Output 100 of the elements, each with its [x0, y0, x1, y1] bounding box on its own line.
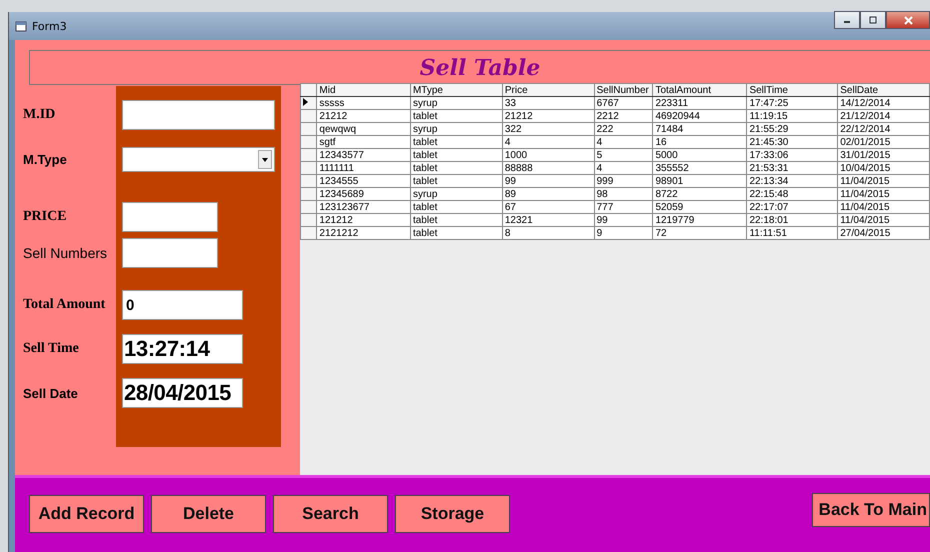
table-cell: 17:47:25	[746, 96, 838, 110]
table-cell: tablet	[410, 136, 502, 148]
table-cell: 999	[594, 174, 653, 188]
back-button[interactable]: Back To Main	[812, 493, 930, 527]
table-cell: 6767	[594, 96, 653, 110]
table-cell: 777	[594, 200, 653, 214]
table-cell: 71484	[652, 122, 747, 136]
table-cell: 355552	[652, 162, 747, 174]
column-header[interactable]: MType	[410, 84, 502, 96]
table-cell: 11:11:51	[746, 226, 838, 240]
table-cell: 22/12/2014	[838, 122, 930, 136]
table-cell: 99	[502, 174, 594, 188]
table-cell: 67	[502, 200, 594, 214]
table-cell: 98	[594, 188, 653, 200]
window-icon	[15, 20, 27, 32]
table-cell: syrup	[410, 122, 502, 136]
table-cell: 12343577	[316, 148, 410, 162]
table-cell: sgtf	[316, 136, 410, 148]
action-button[interactable]: Delete	[151, 495, 266, 533]
table-cell: syrup	[410, 188, 502, 200]
table-cell: 22:18:01	[746, 214, 838, 226]
table-cell: 11/04/2015	[838, 214, 930, 226]
table-cell: 123123677	[316, 200, 410, 214]
table-cell: 16	[652, 136, 747, 148]
table-cell: syrup	[410, 96, 502, 110]
close-button[interactable]	[886, 11, 930, 29]
table-cell: 72	[652, 226, 747, 240]
table-cell: 10/04/2015	[838, 162, 930, 174]
table-cell: 46920944	[652, 110, 747, 122]
field-label: Sell Numbers	[22, 245, 108, 261]
input-field[interactable]: 0	[122, 290, 243, 320]
table-cell: 11/04/2015	[838, 200, 930, 214]
table-cell: 2212	[594, 110, 653, 122]
input-field[interactable]	[122, 238, 218, 268]
table-cell: 11:19:15	[746, 110, 838, 122]
table-cell: 5	[594, 148, 653, 162]
column-header[interactable]: SellTime	[746, 84, 838, 96]
column-header[interactable]: TotalAmount	[652, 84, 747, 96]
window-title: Form3	[32, 20, 67, 32]
table-cell: 31/01/2015	[838, 148, 930, 162]
type-dropdown[interactable]	[122, 146, 275, 172]
action-button[interactable]: Add Record	[29, 495, 144, 533]
input-field[interactable]: 13:27:14	[122, 334, 243, 364]
table-cell: tablet	[410, 174, 502, 188]
table-cell: sssss	[316, 96, 410, 110]
input-field[interactable]	[122, 100, 275, 130]
field-label: M.Type	[22, 152, 68, 166]
table-cell: 17:33:06	[746, 148, 838, 162]
table-cell: 99	[594, 214, 653, 226]
table-cell: tablet	[410, 200, 502, 214]
table-cell: 223311	[652, 96, 747, 110]
table-cell: 4	[594, 136, 653, 148]
table-cell: tablet	[410, 214, 502, 226]
form-heading: Sell Table	[420, 54, 540, 80]
table-cell: 12345689	[316, 188, 410, 200]
table-cell: 52059	[652, 200, 747, 214]
table-cell: 21212	[316, 110, 410, 122]
column-header[interactable]: Price	[502, 84, 594, 96]
field-label: Sell Date	[22, 386, 79, 400]
field-label: PRICE	[22, 209, 68, 225]
action-button[interactable]: Search	[273, 495, 388, 533]
table-cell: 21:55:29	[746, 122, 838, 136]
table-cell: 11/04/2015	[838, 188, 930, 200]
table-cell: tablet	[410, 110, 502, 122]
table-cell: 9	[594, 226, 653, 240]
table-cell: tablet	[410, 148, 502, 162]
current-row-icon	[303, 98, 308, 106]
table-cell: 22:15:48	[746, 188, 838, 200]
column-header[interactable]: SellNumber	[594, 84, 653, 96]
table-cell: 88888	[502, 162, 594, 174]
table-cell: 1000	[502, 148, 594, 162]
table-cell: 14/12/2014	[838, 96, 930, 110]
table-cell: 8	[502, 226, 594, 240]
field-label: Sell Time	[22, 341, 80, 357]
table-cell: 22:17:07	[746, 200, 838, 214]
field-label: Total Amount	[22, 297, 106, 313]
column-header[interactable]: SellDate	[838, 84, 930, 96]
input-field[interactable]	[122, 202, 218, 232]
table-cell: 21:45:30	[746, 136, 838, 148]
close-icon	[904, 16, 912, 24]
table-cell: 21/12/2014	[838, 110, 930, 122]
table-cell: 89	[502, 188, 594, 200]
table-cell: 322	[502, 122, 594, 136]
table-cell: 1111111	[316, 162, 410, 174]
maximize-icon	[869, 16, 877, 24]
table-cell: 4	[502, 136, 594, 148]
minimize-button[interactable]	[834, 11, 860, 29]
table-cell: tablet	[410, 226, 502, 240]
row-selector[interactable]	[300, 96, 317, 110]
table-cell: 21212	[502, 110, 594, 122]
input-field[interactable]: 28/04/2015	[122, 378, 243, 408]
maximize-button[interactable]	[860, 11, 886, 29]
table-cell: 21:53:31	[746, 162, 838, 174]
table-cell: 98901	[652, 174, 747, 188]
table-cell: 5000	[652, 148, 747, 162]
table-cell: 1234555	[316, 174, 410, 188]
column-header[interactable]: Mid	[316, 84, 410, 96]
table-cell: tablet	[410, 162, 502, 174]
action-button[interactable]: Storage	[395, 495, 510, 533]
table-cell: 27/04/2015	[838, 226, 930, 240]
